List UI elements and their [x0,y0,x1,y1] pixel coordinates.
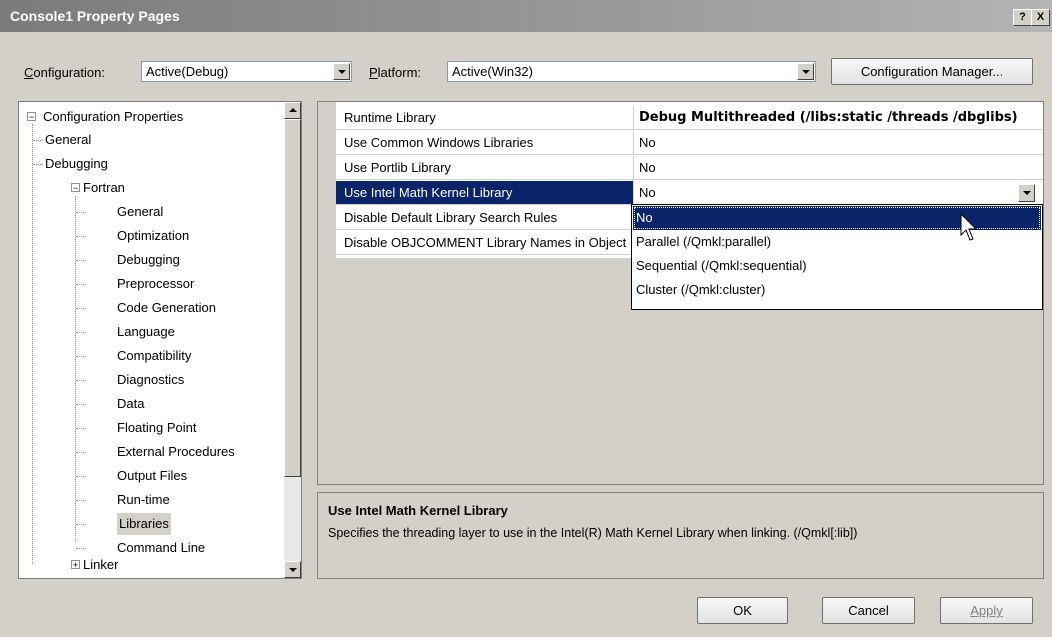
dropdown-option[interactable]: Sequential (/Qmkl:sequential) [633,254,1041,278]
tree-connector [76,284,86,285]
description-title: Use Intel Math Kernel Library [328,503,508,518]
property-row[interactable]: Use Portlib Library No [336,156,1043,180]
property-row[interactable]: Use Intel Math Kernel Library No [336,181,1043,205]
platform-select[interactable]: Active(Win32) [447,61,816,82]
close-button[interactable]: X [1031,9,1050,26]
tree-item-run-time[interactable]: Run-time [117,489,170,511]
mouse-cursor-icon [960,213,978,241]
tree-connector [76,500,86,501]
scroll-thumb[interactable] [284,119,301,477]
window-title: Console1 Property Pages [10,8,180,24]
tree-connector [76,236,86,237]
property-value[interactable]: No [634,156,1043,180]
tree-item-configuration-properties[interactable]: Configuration Properties [43,106,183,128]
property-name: Runtime Library [336,106,634,130]
expand-icon[interactable]: + [71,560,80,570]
chevron-down-icon[interactable] [333,63,350,80]
property-name: Use Common Windows Libraries [336,131,634,155]
property-value[interactable]: No [634,131,1043,155]
property-row[interactable]: Runtime Library Debug Multithreaded (/lib… [336,106,1043,130]
tree-item-floating-point[interactable]: Floating Point [117,417,197,439]
tree-connector [76,308,86,309]
tree-connector [76,212,86,213]
scroll-down-button[interactable] [284,561,301,578]
tree-connector [76,428,86,429]
platform-select-value: Active(Win32) [452,64,533,79]
dropdown-option[interactable]: Cluster (/Qmkl:cluster) [633,278,1041,302]
tree-item-optimization[interactable]: Optimization [117,225,189,247]
collapse-icon[interactable]: − [27,112,36,122]
property-row[interactable]: Use Common Windows Libraries No [336,131,1043,155]
tree-item-fortran[interactable]: Fortran [83,177,125,199]
property-name: Disable OBJCOMMENT Library Names in Obje… [336,231,634,255]
configuration-select-value: Active(Debug) [146,64,229,79]
tree-item-linker[interactable]: Linker [83,554,118,576]
tree-item-debugging[interactable]: Debugging [45,153,108,175]
collapse-icon[interactable]: − [71,183,80,193]
configuration-label: Configuration: [24,65,105,80]
tree-connector [76,260,86,261]
description-panel: Use Intel Math Kernel Library Specifies … [317,492,1044,579]
chevron-down-icon[interactable] [1018,184,1035,202]
tree-item-data[interactable]: Data [117,393,144,415]
tree-item-command-line[interactable]: Command Line [117,537,205,559]
tree-item-language[interactable]: Language [117,321,175,343]
tree-item-general[interactable]: General [45,129,91,151]
description-text: Specifies the threading layer to use in … [328,526,858,540]
tree-connector [76,380,86,381]
property-name: Use Intel Math Kernel Library [336,181,634,205]
tree-guide-line [75,196,76,542]
property-name: Use Portlib Library [336,156,634,180]
property-name: Disable Default Library Search Rules [336,206,634,230]
tree-connector [33,140,43,141]
apply-button[interactable]: Apply [940,597,1033,624]
tree-guide-line [32,124,33,564]
configuration-manager-button[interactable]: Configuration Manager... [831,58,1033,85]
scroll-up-button[interactable] [284,102,301,119]
tree-connector [76,452,86,453]
tree-item-diagnostics[interactable]: Diagnostics [117,369,184,391]
property-value[interactable]: No [634,181,1043,205]
tree-connector [76,476,86,477]
cancel-button[interactable]: Cancel [822,597,915,624]
tree-connector [76,548,86,549]
tree-connector [76,404,86,405]
title-bar: Console1 Property Pages ? X [0,0,1052,32]
property-pages-dialog: Console1 Property Pages ? X Configuratio… [0,0,1052,637]
chevron-down-icon[interactable] [797,63,814,80]
tree-connector [33,164,43,165]
tree-item-code-generation[interactable]: Code Generation [117,297,216,319]
tree-connector [76,332,86,333]
tree-scrollbar[interactable] [284,102,301,578]
property-value[interactable]: Debug Multithreaded (/libs:static /threa… [634,106,1043,130]
ok-button[interactable]: OK [697,597,788,624]
tree-item-debugging[interactable]: Debugging [117,249,180,271]
tree-item-compatibility[interactable]: Compatibility [117,345,191,367]
platform-label: Platform: [369,65,422,80]
tree-item-preprocessor[interactable]: Preprocessor [117,273,194,295]
grid-gutter [318,102,336,484]
tree-item-libraries[interactable]: Libraries [117,513,171,535]
tree-connector [76,356,86,357]
configuration-select[interactable]: Active(Debug) [141,61,352,82]
tree-item-external-procedures[interactable]: External Procedures [117,441,235,463]
property-tree[interactable]: − Configuration Properties General Debug… [18,101,302,579]
tree-item-output-files[interactable]: Output Files [117,465,187,487]
tree-item-general[interactable]: General [117,201,163,223]
tree-connector [76,524,86,525]
help-button[interactable]: ? [1013,9,1032,26]
